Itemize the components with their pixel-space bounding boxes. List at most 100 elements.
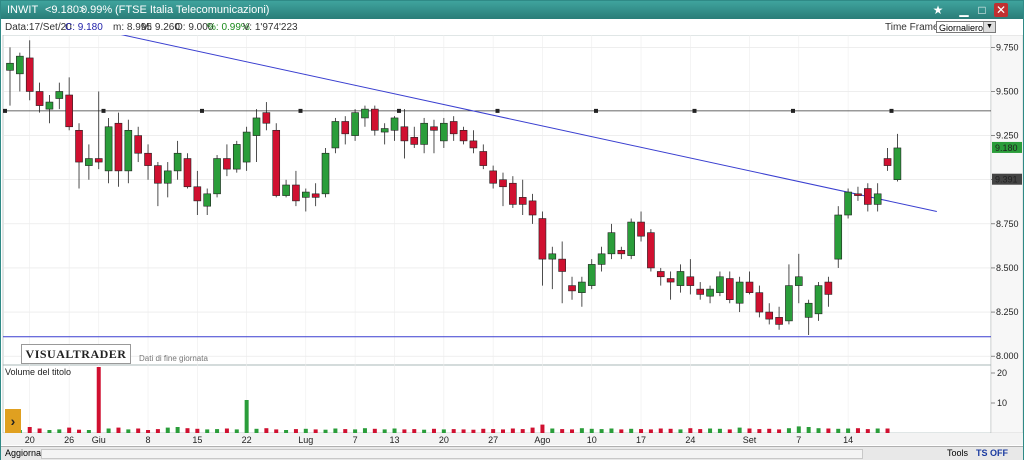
volume-bar xyxy=(343,429,348,433)
candle-body xyxy=(666,278,675,283)
tools-button[interactable]: Tools xyxy=(947,448,968,458)
candle xyxy=(321,147,330,198)
candle-body xyxy=(321,152,330,195)
candle xyxy=(134,126,142,163)
price-tick-label: 8.000 xyxy=(996,351,1019,361)
volume-bar xyxy=(146,430,151,433)
candle xyxy=(65,77,73,131)
candle xyxy=(213,155,221,198)
candle-body xyxy=(223,158,231,170)
star-icon[interactable]: ★ xyxy=(931,3,945,17)
volume-panel-label: Volume del titolo xyxy=(5,367,71,377)
level-handle xyxy=(200,108,204,113)
candle-body xyxy=(607,232,616,255)
close-icon[interactable]: ✕ xyxy=(994,3,1008,17)
candle-body xyxy=(785,285,793,322)
price-tick-label: 9.500 xyxy=(996,86,1019,96)
volume-bar xyxy=(520,429,525,433)
candle-body xyxy=(380,128,389,133)
time-tick-label: Set xyxy=(743,435,757,445)
timeframe-select[interactable]: Giornaliero ▼ xyxy=(936,21,996,33)
candle xyxy=(183,153,192,189)
candle xyxy=(420,117,428,154)
candle-body xyxy=(538,218,547,260)
volume-bar xyxy=(717,428,722,433)
level-price-label: 9.391 xyxy=(995,175,1018,185)
volume-bar xyxy=(323,429,328,433)
price-tick-label: 9.250 xyxy=(996,131,1019,141)
candle-body xyxy=(282,184,290,196)
candle xyxy=(173,140,182,180)
volume-bar xyxy=(353,429,358,433)
volume-bar xyxy=(47,430,52,433)
volume-bar xyxy=(441,429,446,433)
time-tick-label: 24 xyxy=(685,435,695,445)
candle xyxy=(528,193,537,224)
candle-body xyxy=(883,158,892,166)
volume-bar xyxy=(885,428,890,433)
candle xyxy=(104,117,113,184)
candle xyxy=(864,183,872,212)
timeframe-value: Giornaliero xyxy=(939,23,984,33)
level-handle xyxy=(791,108,795,113)
volume-bar xyxy=(86,430,91,433)
volume-bar xyxy=(698,429,703,433)
volume-bar xyxy=(185,428,190,433)
time-tick-label: Ago xyxy=(534,435,550,445)
candle xyxy=(154,162,162,207)
level-handle xyxy=(298,108,303,113)
maximize-icon[interactable]: □ xyxy=(975,3,989,17)
candle-body xyxy=(400,126,409,142)
volume-bar xyxy=(57,429,62,433)
candle-body xyxy=(716,276,724,293)
volume-bar xyxy=(77,429,82,433)
candle xyxy=(6,47,14,106)
candle-body xyxy=(548,253,557,260)
candle xyxy=(252,109,261,163)
candle-body xyxy=(459,129,468,142)
ticker: INWIT xyxy=(7,4,39,16)
candle-body xyxy=(65,94,73,128)
candle xyxy=(716,271,724,297)
candle xyxy=(371,105,379,136)
candle-body xyxy=(558,258,566,272)
volume-bar xyxy=(629,428,634,433)
volume-bar xyxy=(165,427,170,433)
volume-bar xyxy=(865,429,870,433)
price-chart[interactable]: 9.7509.5009.2509.0008.7508.5008.2508.000… xyxy=(1,35,1023,445)
candle xyxy=(25,40,34,101)
pct-change: 0.99% xyxy=(81,4,113,16)
candle xyxy=(647,229,655,272)
candle xyxy=(351,109,359,141)
volume-bar xyxy=(431,428,436,433)
volume-bar xyxy=(530,427,535,433)
volume-bar xyxy=(855,428,860,433)
horizontal-scrollbar[interactable] xyxy=(41,449,863,459)
candle xyxy=(292,170,300,207)
volume-bar xyxy=(244,400,249,433)
candle-body xyxy=(824,281,833,295)
price-panel-border xyxy=(2,35,992,366)
candle-body xyxy=(755,292,764,313)
aggiorna-button[interactable]: Aggiorna xyxy=(5,448,41,458)
candle xyxy=(479,144,488,170)
candle-body xyxy=(568,285,576,292)
candle xyxy=(489,165,497,189)
candle xyxy=(785,264,793,325)
candle-body xyxy=(16,55,24,75)
volume-bar xyxy=(570,429,575,433)
candle-body xyxy=(656,271,665,278)
bottom-bar: Aggiorna Tools TS OFF xyxy=(1,446,1023,460)
candle-body xyxy=(262,112,271,124)
candle xyxy=(873,183,882,212)
candle-body xyxy=(864,188,872,205)
volume-bar xyxy=(648,429,653,433)
volume-bar xyxy=(106,428,111,433)
candle-body xyxy=(351,112,359,136)
volume-bar xyxy=(816,428,821,433)
volume-bar xyxy=(619,429,624,433)
ts-off-button[interactable]: TS OFF xyxy=(976,448,1008,458)
minimize-icon[interactable]: ▁ xyxy=(957,3,971,17)
expand-arrow-icon[interactable]: › xyxy=(5,409,21,433)
info-bar: Data:17/Set/20 C: 9.180 m: 8.995 M: 9.26… xyxy=(1,20,1023,35)
